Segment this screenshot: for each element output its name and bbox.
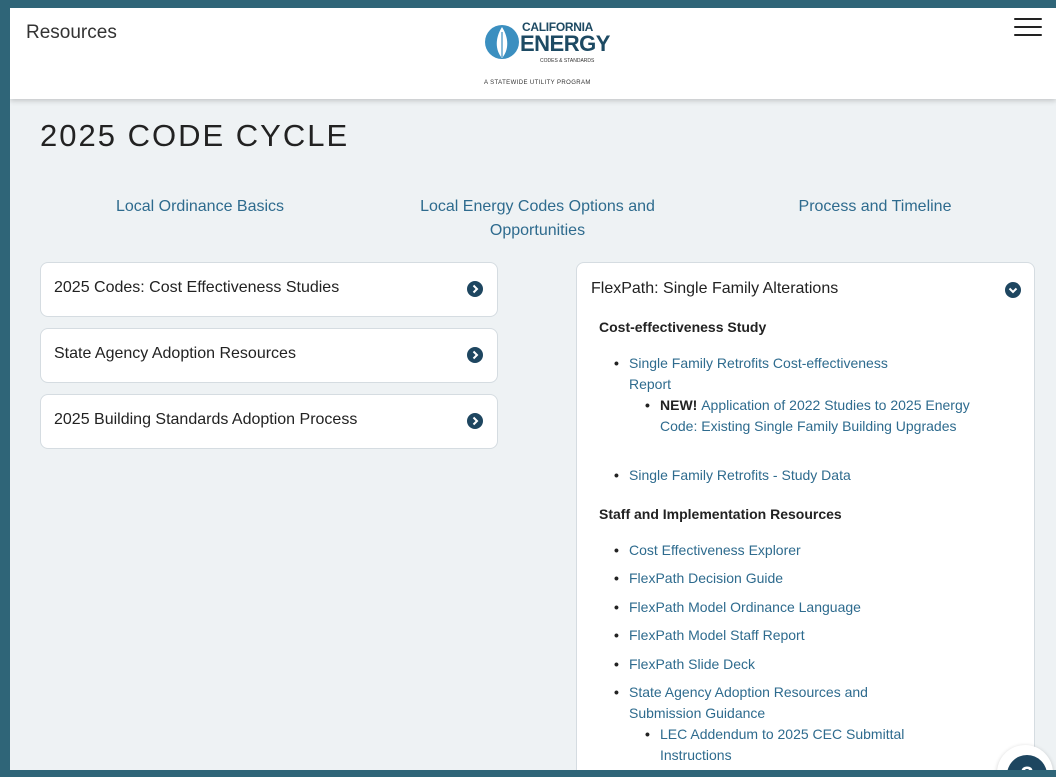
list-item[interactable]: • FlexPath Model Ordinance Language	[614, 597, 929, 618]
list-item[interactable]: • State Agency Adoption Resources and Su…	[614, 682, 929, 724]
link-flexpath-slide-deck[interactable]: FlexPath Slide Deck	[629, 656, 755, 672]
logo-text-energy: ENERGY	[520, 31, 610, 56]
hamburger-icon[interactable]	[1014, 18, 1042, 40]
section-heading-cost-effectiveness-study: Cost-effectiveness Study	[599, 319, 767, 335]
chevron-down-icon[interactable]	[1005, 282, 1021, 298]
help-icon: ?	[1007, 755, 1047, 770]
list-item[interactable]: • Single Family Retrofits - Study Data	[614, 465, 929, 486]
link-application-2022-studies[interactable]: Application of 2022 Studies to 2025 Ener…	[660, 397, 970, 434]
link-cost-effectiveness-explorer[interactable]: Cost Effectiveness Explorer	[629, 542, 801, 558]
chevron-right-icon	[467, 281, 483, 297]
flexpath-title[interactable]: FlexPath: Single Family Alterations	[591, 280, 838, 298]
link-flexpath-decision-guide[interactable]: FlexPath Decision Guide	[629, 570, 783, 586]
accordion-label: 2025 Codes: Cost Effectiveness Studies	[54, 279, 340, 296]
chevron-right-icon	[467, 413, 483, 429]
header-title[interactable]: Resources	[26, 22, 117, 44]
section-heading-staff-implementation: Staff and Implementation Resources	[599, 506, 842, 522]
link-flexpath-model-staff-report[interactable]: FlexPath Model Staff Report	[629, 627, 805, 643]
accordion-cost-effectiveness-studies[interactable]: 2025 Codes: Cost Effectiveness Studies	[40, 262, 498, 317]
logo-tagline: A STATEWIDE UTILITY PROGRAM	[484, 80, 591, 86]
link-sf-retrofits-study-data[interactable]: Single Family Retrofits - Study Data	[629, 467, 851, 483]
accordion-building-standards-adoption-process[interactable]: 2025 Building Standards Adoption Process	[40, 394, 498, 449]
nav-process-and-timeline[interactable]: Process and Timeline	[780, 195, 970, 219]
link-state-agency-adoption-guidance[interactable]: State Agency Adoption Resources and Subm…	[629, 684, 868, 721]
page-frame: Resources CALIFORNIA ENERGY CODES & STAN…	[10, 8, 1056, 770]
list-item[interactable]: • FlexPath Slide Deck	[614, 654, 929, 675]
accordion-label: 2025 Building Standards Adoption Process	[54, 411, 358, 428]
list-item[interactable]: • FlexPath Decision Guide	[614, 568, 929, 589]
list-item[interactable]: • NEW! Application of 2022 Studies to 20…	[645, 395, 970, 437]
link-sf-retrofits-report[interactable]: Single Family Retrofits Cost-effectivene…	[629, 355, 888, 392]
site-header: Resources CALIFORNIA ENERGY CODES & STAN…	[10, 8, 1056, 99]
list-item[interactable]: • FlexPath Model Staff Report	[614, 625, 929, 646]
list-item[interactable]: • LEC Addendum to 2025 CEC Submittal Ins…	[645, 724, 970, 766]
accordion-flexpath-panel: FlexPath: Single Family Alterations Cost…	[576, 262, 1035, 770]
logo-drop-icon	[485, 25, 519, 59]
new-badge: NEW!	[660, 397, 702, 413]
accordion-label: State Agency Adoption Resources	[54, 345, 296, 362]
nav-local-energy-codes-options[interactable]: Local Energy Codes Options and Opportuni…	[390, 195, 685, 243]
logo-text-codes: CODES & STANDARDS	[540, 58, 595, 64]
chevron-right-icon	[467, 347, 483, 363]
list-item[interactable]: • Cost Effectiveness Explorer	[614, 540, 929, 561]
nav-local-ordinance-basics[interactable]: Local Ordinance Basics	[100, 195, 300, 219]
list-item[interactable]: • Single Family Retrofits Cost-effective…	[614, 353, 929, 395]
california-energy-logo[interactable]: CALIFORNIA ENERGY CODES & STANDARDS A ST…	[482, 18, 632, 94]
page-title: 2025 CODE CYCLE	[40, 118, 350, 153]
link-lec-addendum[interactable]: LEC Addendum to 2025 CEC Submittal Instr…	[660, 726, 904, 763]
link-flexpath-model-ordinance[interactable]: FlexPath Model Ordinance Language	[629, 599, 861, 615]
accordion-state-agency-adoption-resources[interactable]: State Agency Adoption Resources	[40, 328, 498, 383]
